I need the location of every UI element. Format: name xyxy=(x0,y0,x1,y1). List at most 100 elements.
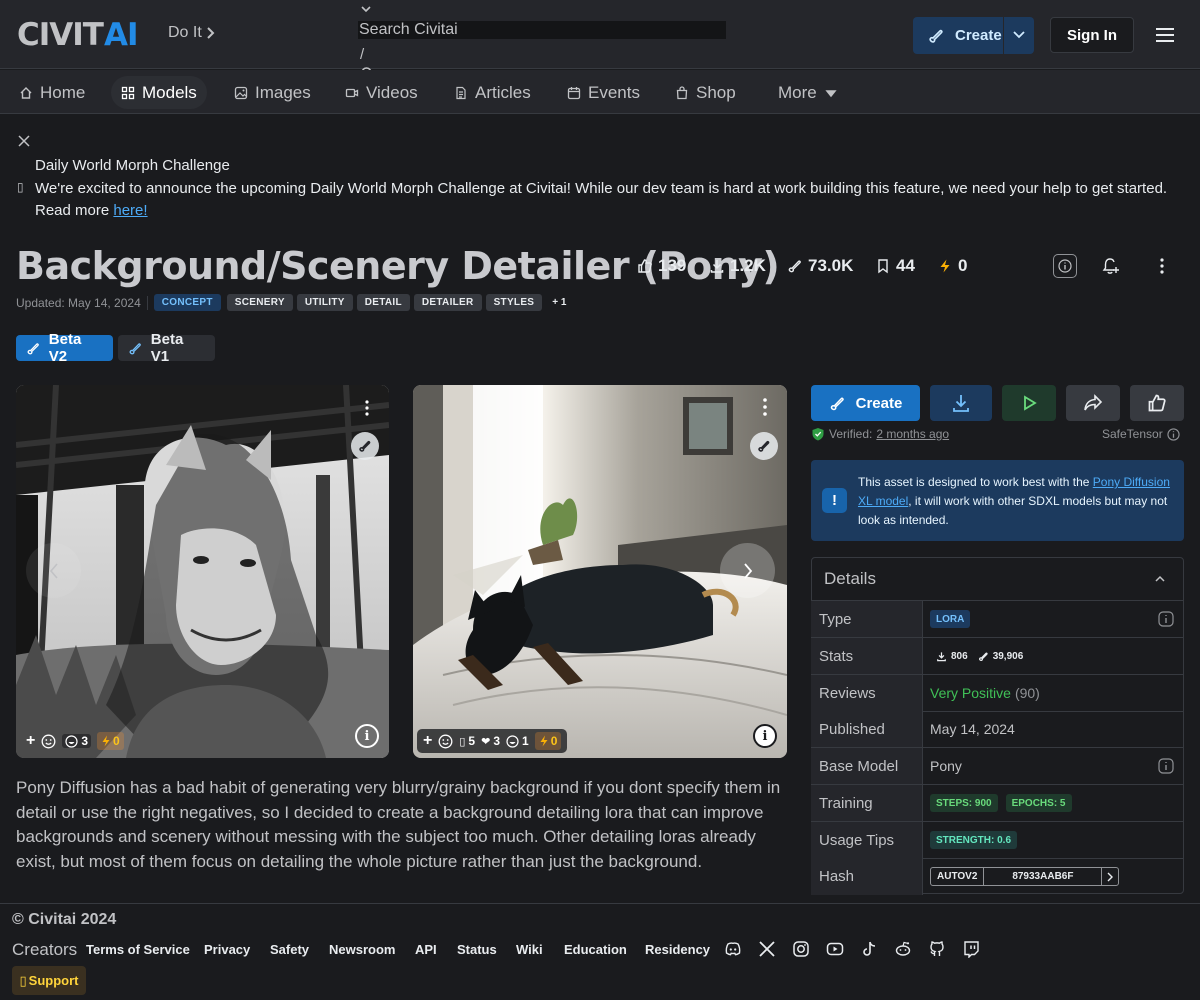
footer-link-status[interactable]: Status xyxy=(457,942,497,957)
image-info-icon[interactable]: i xyxy=(355,724,379,748)
info-button[interactable] xyxy=(1053,254,1077,278)
carousel-prev-button[interactable] xyxy=(26,543,81,598)
twitch-icon[interactable] xyxy=(962,940,980,958)
search-shortcut-hint: / xyxy=(360,46,365,63)
info-icon[interactable] xyxy=(1158,758,1174,774)
buzz-stat[interactable]: 0 xyxy=(937,256,967,276)
brush-icon xyxy=(929,29,943,43)
remix-button[interactable] xyxy=(351,432,379,460)
info-icon[interactable] xyxy=(1167,427,1180,441)
add-reaction-button[interactable]: + xyxy=(423,732,432,750)
tag-concept[interactable]: CONCEPT xyxy=(153,294,221,311)
like-stat[interactable]: 139 xyxy=(637,256,686,276)
more-options-button[interactable] xyxy=(1150,254,1174,278)
footer-link-wiki[interactable]: Wiki xyxy=(516,942,543,957)
info-icon[interactable] xyxy=(1158,611,1174,627)
detail-row-type: Type LORA xyxy=(811,601,1184,638)
details-title: Details xyxy=(824,568,876,588)
footer-link-education[interactable]: Education xyxy=(564,942,627,957)
collect-count: 44 xyxy=(896,256,915,275)
nav-models-label: Models xyxy=(142,82,197,102)
laugh-reaction[interactable]: 1 xyxy=(506,734,529,748)
announcement-link[interactable]: here! xyxy=(113,202,147,219)
discord-icon[interactable] xyxy=(724,940,742,958)
nav-events[interactable]: Events xyxy=(557,76,650,109)
nav-videos[interactable]: Videos xyxy=(335,76,428,109)
support-button[interactable]: ▯ Support xyxy=(12,966,86,995)
tiktok-icon[interactable] xyxy=(860,940,878,958)
download-button[interactable] xyxy=(930,385,992,421)
stats-downloads: 806 xyxy=(930,647,974,665)
civitai-logo[interactable]: CIVIT AI xyxy=(17,17,138,53)
nav-home[interactable]: Home xyxy=(9,76,95,109)
buzz-tip-chip[interactable]: 0 xyxy=(534,732,562,750)
version-beta-v2[interactable]: Beta V2 xyxy=(16,331,113,365)
notify-button[interactable] xyxy=(1098,254,1122,278)
reddit-icon[interactable] xyxy=(894,940,912,958)
like-reaction[interactable]: ▯ 5 xyxy=(459,734,475,748)
create-button[interactable]: Create xyxy=(913,17,1034,54)
footer-link-residency[interactable]: Residency xyxy=(645,942,710,957)
footer-link-terms[interactable]: Terms of Service xyxy=(86,942,190,957)
tag-scenery[interactable]: SCENERY xyxy=(226,294,293,311)
hash-toggle[interactable] xyxy=(1102,868,1118,885)
shield-check-icon xyxy=(812,428,824,441)
hash-value[interactable]: 87933AAB6F xyxy=(984,868,1103,885)
tagline-link[interactable]: Do It xyxy=(168,24,216,42)
instagram-icon[interactable] xyxy=(792,940,810,958)
add-reaction-button[interactable]: + xyxy=(26,732,35,750)
footer-creators-link[interactable]: Creators xyxy=(12,940,77,960)
nav-more[interactable]: More xyxy=(768,76,848,109)
nav-shop[interactable]: Shop xyxy=(665,76,746,109)
reviews-rating[interactable]: Very Positive xyxy=(930,685,1011,701)
hash-type[interactable]: AUTOV2 xyxy=(931,868,985,885)
like-button[interactable] xyxy=(1130,385,1184,421)
comment-reaction[interactable]: 3 xyxy=(62,734,92,748)
hash-box[interactable]: AUTOV2 87933AAB6F xyxy=(930,867,1120,886)
search-input[interactable] xyxy=(358,21,726,39)
smile-icon[interactable] xyxy=(41,734,56,749)
menu-icon[interactable] xyxy=(1155,26,1175,44)
version-beta-v1[interactable]: Beta V1 xyxy=(118,331,215,365)
sign-in-button[interactable]: Sign In xyxy=(1050,17,1134,53)
details-header[interactable]: Details xyxy=(811,557,1184,601)
x-icon[interactable] xyxy=(758,940,776,958)
play-button[interactable] xyxy=(1002,385,1056,421)
footer-link-api[interactable]: API xyxy=(415,942,437,957)
chevron-down-icon[interactable] xyxy=(360,4,372,14)
youtube-icon[interactable] xyxy=(826,940,844,958)
tag-detailer[interactable]: DETAILER xyxy=(413,294,482,311)
image-info-icon[interactable]: i xyxy=(753,724,777,748)
detail-key: Type xyxy=(811,601,923,637)
nav-models[interactable]: Models xyxy=(111,76,207,109)
close-icon[interactable] xyxy=(18,135,30,147)
sidebar-create-button[interactable]: Create xyxy=(811,385,920,421)
carousel-next-button[interactable] xyxy=(720,543,775,598)
buzz-tip-chip[interactable]: 0 xyxy=(97,732,124,750)
chevron-down-icon[interactable] xyxy=(1012,29,1026,41)
tag-utility[interactable]: UTILITY xyxy=(296,294,353,311)
training-steps-badge: STEPS: 900 xyxy=(930,794,998,812)
model-description: Pony Diffusion has a bad habit of genera… xyxy=(16,778,781,871)
chevron-left-icon xyxy=(49,562,58,579)
verified-date-link[interactable]: 2 months ago xyxy=(876,427,949,441)
collect-stat[interactable]: 44 xyxy=(875,256,915,276)
nav-images[interactable]: Images xyxy=(224,76,321,109)
nav-images-label: Images xyxy=(255,82,311,102)
footer-link-safety[interactable]: Safety xyxy=(270,942,309,957)
share-button[interactable] xyxy=(1066,385,1120,421)
tag-styles[interactable]: STYLES xyxy=(485,294,543,311)
more-tags[interactable]: + 1 xyxy=(548,297,566,308)
github-icon[interactable] xyxy=(928,940,946,958)
smile-icon[interactable] xyxy=(438,734,453,749)
published-date: May 14, 2024 xyxy=(930,721,1015,737)
chevron-right-icon xyxy=(1107,872,1114,881)
dots-vertical-icon[interactable] xyxy=(763,398,767,416)
footer-link-newsroom[interactable]: Newsroom xyxy=(329,942,395,957)
footer-link-privacy[interactable]: Privacy xyxy=(204,942,250,957)
nav-articles[interactable]: Articles xyxy=(444,76,541,109)
tag-detail[interactable]: DETAIL xyxy=(356,294,410,311)
dots-vertical-icon[interactable] xyxy=(365,400,369,416)
remix-button[interactable] xyxy=(750,432,778,460)
heart-reaction[interactable]: ❤ 3 xyxy=(481,734,500,748)
